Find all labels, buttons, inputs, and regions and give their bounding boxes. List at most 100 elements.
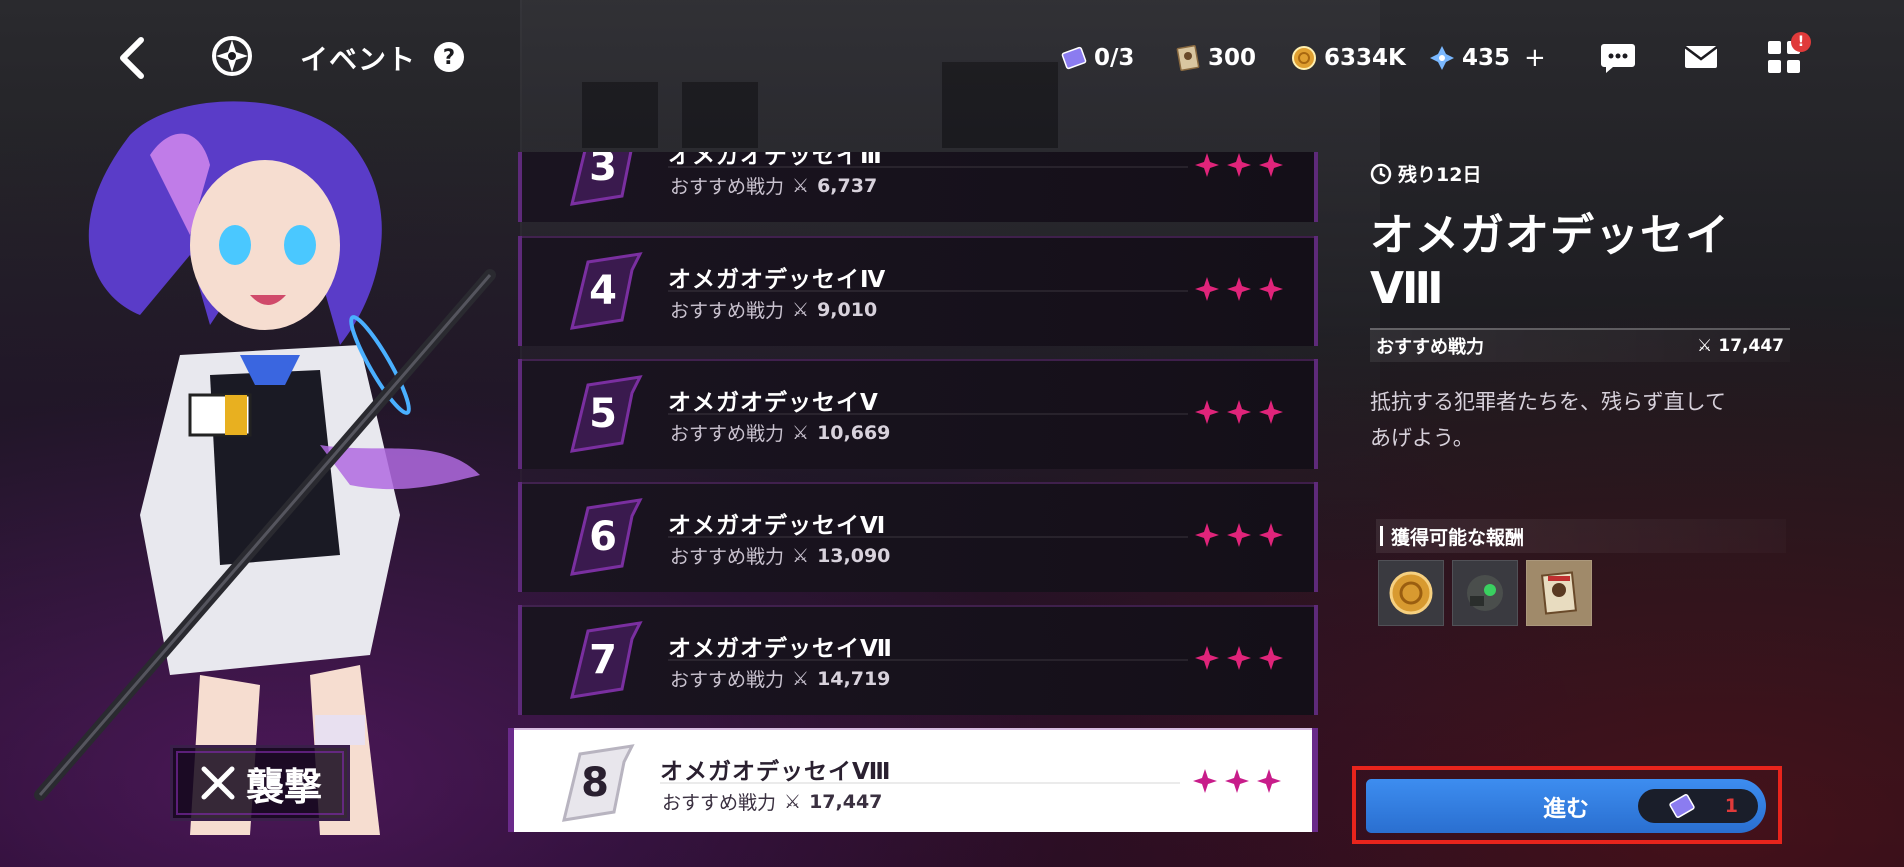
reward-item[interactable] xyxy=(1452,560,1518,626)
chevron-left-icon xyxy=(120,37,144,79)
stage-power: おすすめ戦力 ⚔ 10,669 xyxy=(670,419,890,446)
star-icon xyxy=(1225,769,1249,793)
star-icon xyxy=(1259,277,1283,301)
stage-power: おすすめ戦力 ⚔ 6,737 xyxy=(670,172,877,199)
divider xyxy=(668,659,1188,661)
star-icon xyxy=(1227,400,1251,424)
recommended-power-row: おすすめ戦力 ⚔ 17,447 xyxy=(1370,328,1790,362)
power-value: 13,090 xyxy=(817,544,891,567)
character-illustration xyxy=(34,101,496,835)
description-line: あげよう。 xyxy=(1370,426,1474,450)
stage-item-4[interactable]: 4 オメガオデッセイⅣ おすすめ戦力 ⚔ 9,010 xyxy=(518,236,1318,346)
power-value: 14,719 xyxy=(817,667,891,690)
stage-name: オメガオデッセイⅧ xyxy=(660,759,892,785)
power-label: おすすめ戦力 xyxy=(670,546,785,568)
star-icon xyxy=(1227,523,1251,547)
stage-power: おすすめ戦力 ⚔ 17,447 xyxy=(662,788,882,815)
go-button[interactable]: 進む 1 xyxy=(1366,779,1766,833)
star-rating xyxy=(1194,276,1284,302)
poster-reward-icon xyxy=(1540,571,1578,615)
coin-reward-icon xyxy=(1389,571,1433,615)
rewards-title: 獲得可能な報酬 xyxy=(1391,526,1525,549)
reward-item[interactable] xyxy=(1526,560,1592,626)
reward-item[interactable] xyxy=(1378,560,1444,626)
power-value-group: ⚔ 17,447 xyxy=(1697,336,1784,356)
star-icon xyxy=(1259,523,1283,547)
header-bar xyxy=(1380,526,1383,546)
crossed-swords-icon: ⚔ xyxy=(792,421,810,444)
crossed-swords-icon: ⚔ xyxy=(1697,336,1713,356)
stage-name: オメガオデッセイⅦ xyxy=(668,636,893,662)
resource-tickets[interactable]: 0/3 xyxy=(1060,40,1134,76)
crossed-swords-icon: ⚔ xyxy=(792,174,810,197)
clock-icon xyxy=(1370,163,1392,184)
ticket-icon xyxy=(1061,46,1087,70)
stage-item-3[interactable]: 3 オメガオデッセイⅢ おすすめ戦力 ⚔ 6,737 xyxy=(518,152,1318,222)
go-cost-count: 1 xyxy=(1724,795,1738,817)
star-icon xyxy=(1195,277,1219,301)
stage-number: 7 xyxy=(589,637,617,683)
star-icon xyxy=(1227,646,1251,670)
stage-power: おすすめ戦力 ⚔ 14,719 xyxy=(670,665,890,692)
back-button[interactable] xyxy=(112,34,152,82)
stage-number: 5 xyxy=(589,391,617,437)
stage-name: オメガオデッセイⅤ xyxy=(668,390,879,416)
page-title: イベント xyxy=(300,43,417,76)
resource-value: 300 xyxy=(1208,45,1257,71)
menu-button[interactable]: ! xyxy=(1765,32,1811,76)
stage-list[interactable]: 3 オメガオデッセイⅢ おすすめ戦力 ⚔ 6,737 4 オメガオデッセイⅣ お… xyxy=(508,152,1318,832)
crossed-swords-icon: ⚔ xyxy=(792,298,810,321)
stage-name: オメガオデッセイⅣ xyxy=(668,267,887,293)
star-icon xyxy=(1259,153,1283,177)
power-label: おすすめ戦力 xyxy=(670,423,785,445)
stage-power: おすすめ戦力 ⚔ 13,090 xyxy=(670,542,890,569)
divider xyxy=(668,166,1188,168)
go-button-highlight: 進む 1 xyxy=(1352,766,1782,844)
add-crystals-button[interactable]: + xyxy=(1524,43,1546,73)
power-value: 17,447 xyxy=(809,790,883,813)
resource-crystals[interactable]: 435 + xyxy=(1428,40,1546,76)
stage-number: 8 xyxy=(581,760,609,806)
stage-number: 6 xyxy=(589,514,617,560)
resource-posters[interactable]: 300 xyxy=(1174,40,1256,76)
power-label: おすすめ戦力 xyxy=(662,792,777,814)
stage-number: 3 xyxy=(589,152,617,190)
gear-reward-icon xyxy=(1467,575,1503,611)
star-icon xyxy=(1195,523,1219,547)
raid-mode-badge: 襲撃 xyxy=(170,745,350,821)
help-icon[interactable]: ? xyxy=(434,42,464,72)
go-cost: 1 xyxy=(1638,789,1758,823)
power-label: おすすめ戦力 xyxy=(1376,337,1484,358)
power-value: 6,737 xyxy=(817,174,878,197)
stage-name: オメガオデッセイⅥ xyxy=(668,513,887,539)
star-icon xyxy=(1227,277,1251,301)
star-rating xyxy=(1194,152,1284,178)
remaining-time: 残り12日 xyxy=(1370,160,1790,187)
divider xyxy=(668,413,1188,415)
stage-number: 4 xyxy=(589,268,617,314)
mail-icon[interactable] xyxy=(1682,38,1720,76)
stage-description: 抵抗する犯罪者たちを、残らず直して あげよう。 xyxy=(1370,384,1790,456)
resource-value: 6334K xyxy=(1324,45,1406,71)
star-icon xyxy=(1195,646,1219,670)
power-value: 10,669 xyxy=(817,421,891,444)
stage-item-6[interactable]: 6 オメガオデッセイⅥ おすすめ戦力 ⚔ 13,090 xyxy=(518,482,1318,592)
star-icon xyxy=(1259,400,1283,424)
star-icon xyxy=(1195,153,1219,177)
raid-mode-label: 襲撃 xyxy=(245,764,322,809)
crossed-swords-icon: ⚔ xyxy=(784,790,802,813)
rewards-header: 獲得可能な報酬 xyxy=(1376,519,1786,553)
stage-item-5[interactable]: 5 オメガオデッセイⅤ おすすめ戦力 ⚔ 10,669 xyxy=(518,359,1318,469)
star-icon xyxy=(1257,769,1281,793)
power-value: 9,010 xyxy=(817,298,878,321)
stage-item-8-selected[interactable]: 8 オメガオデッセイⅧ おすすめ戦力 ⚔ 17,447 xyxy=(508,728,1318,832)
star-icon xyxy=(1227,153,1251,177)
chat-icon[interactable] xyxy=(1599,38,1637,76)
resource-coins[interactable]: 6334K xyxy=(1290,40,1406,76)
star-icon xyxy=(1195,400,1219,424)
crossed-swords-icon: ⚔ xyxy=(792,544,810,567)
power-label: おすすめ戦力 xyxy=(670,176,785,198)
description-line: 抵抗する犯罪者たちを、残らず直して xyxy=(1370,390,1726,414)
go-button-label: 進む xyxy=(1543,796,1589,822)
stage-item-7[interactable]: 7 オメガオデッセイⅦ おすすめ戦力 ⚔ 14,719 xyxy=(518,605,1318,715)
